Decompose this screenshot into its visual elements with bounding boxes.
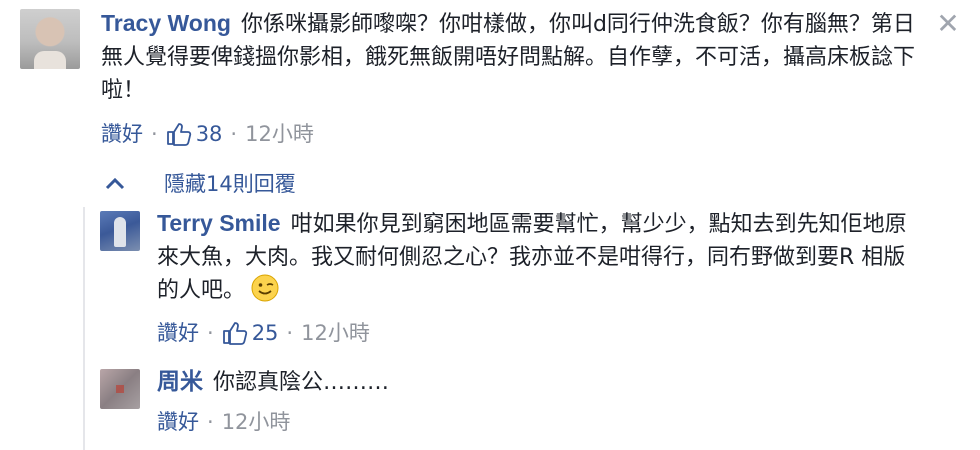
hide-replies-label: 隱藏14則回覆 xyxy=(164,172,296,196)
comment-actions: 讚好 · 25 · 12小時 xyxy=(157,318,370,348)
timestamp[interactable]: 12小時 xyxy=(301,318,370,348)
separator: · xyxy=(207,321,214,345)
like-count[interactable]: 38 xyxy=(166,119,223,149)
close-icon[interactable]: ✕ xyxy=(936,10,960,38)
avatar-terry-smile[interactable] xyxy=(100,211,140,251)
reply-thread-line xyxy=(83,207,85,450)
separator: · xyxy=(207,410,214,434)
comment-zhou-mi: 周米 你認真陰公……… xyxy=(157,365,917,399)
like-button[interactable]: 讚好 xyxy=(101,119,143,149)
comment-tracy-wong: Tracy Wong 你係咪攝影師嚟㗎？你咁樣做，你叫d同行仲洗食飯？你有腦無？第… xyxy=(101,7,921,107)
avatar-tracy-wong[interactable] xyxy=(20,9,80,69)
comment-actions: 讚好 · 12小時 xyxy=(157,407,290,437)
like-button[interactable]: 讚好 xyxy=(157,407,199,437)
comment-text: 你認真陰公……… xyxy=(213,370,390,395)
comment-author-name[interactable]: 周米 xyxy=(157,368,203,394)
thumbs-up-icon xyxy=(166,123,191,146)
avatar-zhou-mi[interactable] xyxy=(100,369,140,409)
separator: · xyxy=(151,122,158,146)
comment-terry-smile: Terry Smile 咁如果你見到窮困地區需要幫忙，幫少少，點知去到先知佢地原來… xyxy=(157,207,917,312)
comment-author-name[interactable]: Terry Smile xyxy=(157,210,281,236)
comment-actions: 讚好 · 38 · 12小時 xyxy=(101,119,314,149)
separator: · xyxy=(230,122,238,146)
like-button[interactable]: 讚好 xyxy=(157,318,199,348)
timestamp[interactable]: 12小時 xyxy=(245,119,314,149)
timestamp[interactable]: 12小時 xyxy=(222,407,291,437)
separator: · xyxy=(286,321,294,345)
hide-replies-toggle[interactable]: 隱藏14則回覆 xyxy=(104,168,296,198)
comment-author-name[interactable]: Tracy Wong xyxy=(101,10,231,36)
thumbs-up-icon xyxy=(222,322,247,345)
like-count-value: 25 xyxy=(251,321,279,345)
wink-emoji-icon xyxy=(251,274,279,312)
like-count[interactable]: 25 xyxy=(222,318,279,348)
like-count-value: 38 xyxy=(195,122,223,146)
chevron-up-icon xyxy=(105,177,125,190)
